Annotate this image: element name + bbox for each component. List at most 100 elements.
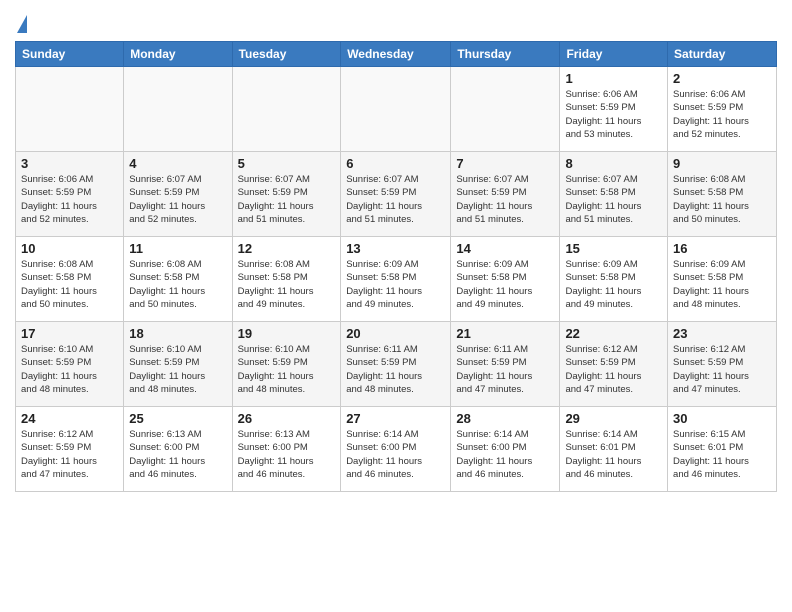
day-number: 2	[673, 71, 771, 86]
day-info: Sunrise: 6:11 AMSunset: 5:59 PMDaylight:…	[346, 343, 445, 396]
day-number: 12	[238, 241, 336, 256]
day-info: Sunrise: 6:08 AMSunset: 5:58 PMDaylight:…	[673, 173, 771, 226]
calendar-cell: 27 Sunrise: 6:14 AMSunset: 6:00 PMDayligh…	[341, 407, 451, 492]
day-number: 3	[21, 156, 118, 171]
weekday-header-row: SundayMondayTuesdayWednesdayThursdayFrid…	[16, 42, 777, 67]
logo-triangle-icon	[17, 15, 27, 33]
day-info: Sunrise: 6:07 AMSunset: 5:59 PMDaylight:…	[346, 173, 445, 226]
day-number: 23	[673, 326, 771, 341]
header	[15, 10, 777, 33]
day-info: Sunrise: 6:14 AMSunset: 6:00 PMDaylight:…	[346, 428, 445, 481]
day-info: Sunrise: 6:13 AMSunset: 6:00 PMDaylight:…	[238, 428, 336, 481]
day-info: Sunrise: 6:12 AMSunset: 5:59 PMDaylight:…	[673, 343, 771, 396]
day-info: Sunrise: 6:09 AMSunset: 5:58 PMDaylight:…	[456, 258, 554, 311]
calendar-cell: 23 Sunrise: 6:12 AMSunset: 5:59 PMDayligh…	[668, 322, 777, 407]
calendar-cell: 30 Sunrise: 6:15 AMSunset: 6:01 PMDayligh…	[668, 407, 777, 492]
logo	[15, 15, 27, 33]
day-info: Sunrise: 6:12 AMSunset: 5:59 PMDaylight:…	[21, 428, 118, 481]
calendar-cell	[232, 67, 341, 152]
day-number: 20	[346, 326, 445, 341]
calendar-cell: 21Sunrise: 6:11 AMSunset: 5:59 PMDayligh…	[451, 322, 560, 407]
day-number: 14	[456, 241, 554, 256]
day-info: Sunrise: 6:08 AMSunset: 5:58 PMDaylight:…	[21, 258, 118, 311]
day-number: 4	[129, 156, 226, 171]
calendar-cell: 19Sunrise: 6:10 AMSunset: 5:59 PMDayligh…	[232, 322, 341, 407]
calendar-cell	[16, 67, 124, 152]
day-info: Sunrise: 6:06 AMSunset: 5:59 PMDaylight:…	[673, 88, 771, 141]
calendar-cell: 14 Sunrise: 6:09 AMSunset: 5:58 PMDayligh…	[451, 237, 560, 322]
day-number: 18	[129, 326, 226, 341]
day-number: 21	[456, 326, 554, 341]
week-row-3: 10 Sunrise: 6:08 AMSunset: 5:58 PMDayligh…	[16, 237, 777, 322]
day-number: 25	[129, 411, 226, 426]
weekday-header-saturday: Saturday	[668, 42, 777, 67]
day-info: Sunrise: 6:09 AMSunset: 5:58 PMDaylight:…	[673, 258, 771, 311]
calendar-cell: 17 Sunrise: 6:10 AMSunset: 5:59 PMDayligh…	[16, 322, 124, 407]
day-number: 27	[346, 411, 445, 426]
calendar-cell: 5Sunrise: 6:07 AMSunset: 5:59 PMDaylight…	[232, 152, 341, 237]
calendar-cell: 20 Sunrise: 6:11 AMSunset: 5:59 PMDayligh…	[341, 322, 451, 407]
calendar-cell: 7 Sunrise: 6:07 AMSunset: 5:59 PMDaylight…	[451, 152, 560, 237]
day-number: 30	[673, 411, 771, 426]
day-info: Sunrise: 6:08 AMSunset: 5:58 PMDaylight:…	[129, 258, 226, 311]
day-number: 13	[346, 241, 445, 256]
day-info: Sunrise: 6:08 AMSunset: 5:58 PMDaylight:…	[238, 258, 336, 311]
weekday-header-monday: Monday	[124, 42, 232, 67]
calendar-cell: 29Sunrise: 6:14 AMSunset: 6:01 PMDayligh…	[560, 407, 668, 492]
calendar-cell: 13 Sunrise: 6:09 AMSunset: 5:58 PMDayligh…	[341, 237, 451, 322]
page: SundayMondayTuesdayWednesdayThursdayFrid…	[0, 0, 792, 507]
week-row-5: 24 Sunrise: 6:12 AMSunset: 5:59 PMDayligh…	[16, 407, 777, 492]
calendar-table: SundayMondayTuesdayWednesdayThursdayFrid…	[15, 41, 777, 492]
day-number: 22	[565, 326, 662, 341]
calendar-cell: 28Sunrise: 6:14 AMSunset: 6:00 PMDayligh…	[451, 407, 560, 492]
day-info: Sunrise: 6:09 AMSunset: 5:58 PMDaylight:…	[565, 258, 662, 311]
day-number: 26	[238, 411, 336, 426]
day-number: 28	[456, 411, 554, 426]
calendar-cell: 24 Sunrise: 6:12 AMSunset: 5:59 PMDayligh…	[16, 407, 124, 492]
week-row-1: 1 Sunrise: 6:06 AMSunset: 5:59 PMDaylight…	[16, 67, 777, 152]
day-number: 15	[565, 241, 662, 256]
calendar-cell: 9 Sunrise: 6:08 AMSunset: 5:58 PMDaylight…	[668, 152, 777, 237]
weekday-header-thursday: Thursday	[451, 42, 560, 67]
day-number: 1	[565, 71, 662, 86]
calendar-cell	[341, 67, 451, 152]
day-info: Sunrise: 6:10 AMSunset: 5:59 PMDaylight:…	[21, 343, 118, 396]
calendar-cell	[451, 67, 560, 152]
calendar-cell: 11Sunrise: 6:08 AMSunset: 5:58 PMDayligh…	[124, 237, 232, 322]
day-number: 9	[673, 156, 771, 171]
day-number: 24	[21, 411, 118, 426]
calendar-cell: 3 Sunrise: 6:06 AMSunset: 5:59 PMDaylight…	[16, 152, 124, 237]
calendar-cell: 1Sunrise: 6:06 AMSunset: 5:59 PMDaylight…	[560, 67, 668, 152]
day-info: Sunrise: 6:15 AMSunset: 6:01 PMDaylight:…	[673, 428, 771, 481]
weekday-header-friday: Friday	[560, 42, 668, 67]
day-info: Sunrise: 6:13 AMSunset: 6:00 PMDaylight:…	[129, 428, 226, 481]
calendar-cell: 22 Sunrise: 6:12 AMSunset: 5:59 PMDayligh…	[560, 322, 668, 407]
weekday-header-sunday: Sunday	[16, 42, 124, 67]
day-info: Sunrise: 6:07 AMSunset: 5:59 PMDaylight:…	[129, 173, 226, 226]
day-info: Sunrise: 6:14 AMSunset: 6:01 PMDaylight:…	[565, 428, 662, 481]
calendar-cell: 10 Sunrise: 6:08 AMSunset: 5:58 PMDayligh…	[16, 237, 124, 322]
calendar-cell: 2 Sunrise: 6:06 AMSunset: 5:59 PMDaylight…	[668, 67, 777, 152]
calendar-cell: 8Sunrise: 6:07 AMSunset: 5:58 PMDaylight…	[560, 152, 668, 237]
day-number: 6	[346, 156, 445, 171]
day-number: 16	[673, 241, 771, 256]
calendar-cell: 4 Sunrise: 6:07 AMSunset: 5:59 PMDaylight…	[124, 152, 232, 237]
day-info: Sunrise: 6:10 AMSunset: 5:59 PMDaylight:…	[238, 343, 336, 396]
day-number: 17	[21, 326, 118, 341]
calendar-cell: 12 Sunrise: 6:08 AMSunset: 5:58 PMDayligh…	[232, 237, 341, 322]
calendar-cell: 6 Sunrise: 6:07 AMSunset: 5:59 PMDaylight…	[341, 152, 451, 237]
day-number: 10	[21, 241, 118, 256]
day-number: 7	[456, 156, 554, 171]
day-info: Sunrise: 6:10 AMSunset: 5:59 PMDaylight:…	[129, 343, 226, 396]
calendar-cell: 15 Sunrise: 6:09 AMSunset: 5:58 PMDayligh…	[560, 237, 668, 322]
day-info: Sunrise: 6:07 AMSunset: 5:59 PMDaylight:…	[456, 173, 554, 226]
calendar-cell: 16 Sunrise: 6:09 AMSunset: 5:58 PMDayligh…	[668, 237, 777, 322]
weekday-header-tuesday: Tuesday	[232, 42, 341, 67]
calendar-cell: 25 Sunrise: 6:13 AMSunset: 6:00 PMDayligh…	[124, 407, 232, 492]
week-row-4: 17 Sunrise: 6:10 AMSunset: 5:59 PMDayligh…	[16, 322, 777, 407]
day-info: Sunrise: 6:12 AMSunset: 5:59 PMDaylight:…	[565, 343, 662, 396]
day-info: Sunrise: 6:06 AMSunset: 5:59 PMDaylight:…	[21, 173, 118, 226]
day-info: Sunrise: 6:07 AMSunset: 5:58 PMDaylight:…	[565, 173, 662, 226]
calendar-cell	[124, 67, 232, 152]
day-info: Sunrise: 6:09 AMSunset: 5:58 PMDaylight:…	[346, 258, 445, 311]
